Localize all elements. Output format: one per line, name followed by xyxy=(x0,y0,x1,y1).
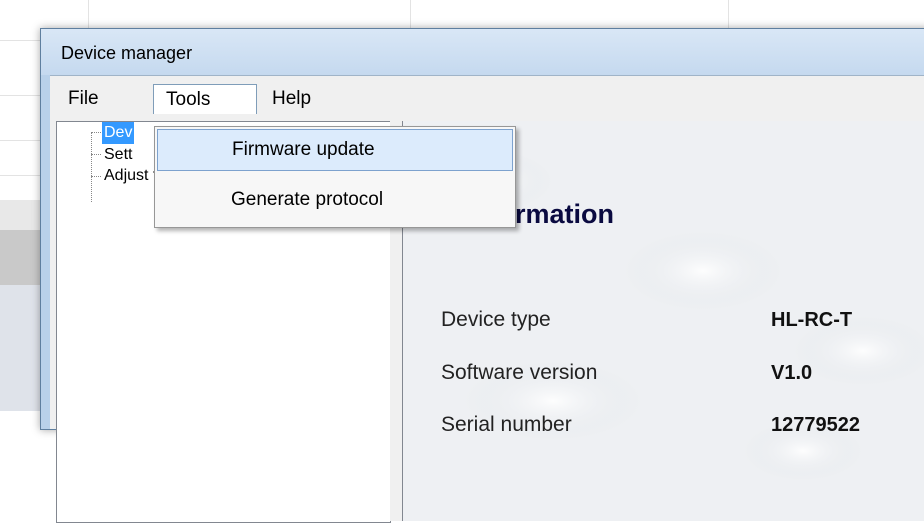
serial-number-label: Serial number xyxy=(441,413,572,436)
tree-connector xyxy=(91,132,92,202)
menu-item-firmware-update[interactable]: Firmware update xyxy=(157,129,513,171)
software-version-label: Software version xyxy=(441,361,598,384)
software-version-value: V1.0 xyxy=(771,362,813,384)
tree-connector xyxy=(91,176,101,177)
tree-item-device-information[interactable]: Dev xyxy=(102,122,135,144)
tree-connector xyxy=(91,154,101,155)
menu-file[interactable]: File xyxy=(56,84,111,114)
tree-item-settings[interactable]: Sett xyxy=(102,144,134,166)
menu-bar: File Tools Help xyxy=(50,76,924,120)
background-band xyxy=(0,230,40,285)
device-manager-window: Device manager File Tools Help Dev Sett … xyxy=(40,28,924,523)
window-title: Device manager xyxy=(61,43,193,63)
tree-connector xyxy=(91,132,101,133)
window-titlebar[interactable]: Device manager xyxy=(41,29,924,75)
menu-tools[interactable]: Tools xyxy=(153,84,257,114)
tools-dropdown-menu: Firmware update Generate protocol xyxy=(154,126,516,228)
menu-help[interactable]: Help xyxy=(260,84,323,114)
menu-item-generate-protocol[interactable]: Generate protocol xyxy=(157,179,513,221)
device-type-value: HL-RC-T xyxy=(771,309,853,331)
background-band xyxy=(0,285,40,411)
device-type-label: Device type xyxy=(441,308,551,331)
serial-number-value: 12779522 xyxy=(771,414,860,436)
background-band xyxy=(0,200,40,230)
